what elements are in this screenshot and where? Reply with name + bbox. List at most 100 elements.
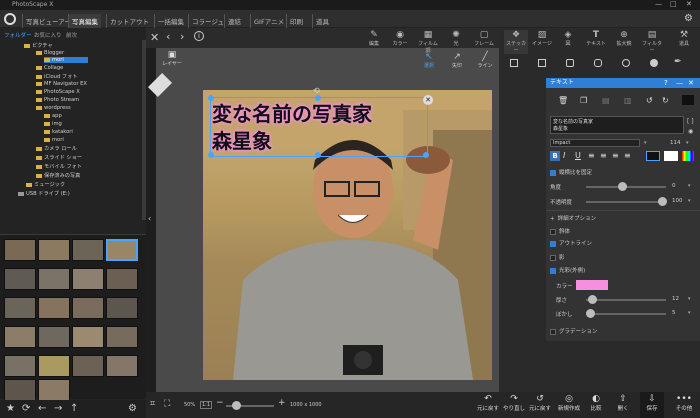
layer-button[interactable]: ▣ レイヤー — [160, 50, 184, 67]
align-center-icon[interactable]: ≡ — [600, 151, 607, 160]
details-toggle[interactable]: + 詳細オプション — [550, 214, 596, 222]
tree-item[interactable]: Collage — [36, 65, 63, 71]
tool-filter[interactable]: ▤ フィルター — [640, 30, 664, 54]
italic-button[interactable]: I — [563, 151, 565, 160]
align-left-icon[interactable]: ≡ — [588, 151, 595, 160]
rotate-handle-icon[interactable]: ⟲ — [313, 86, 320, 95]
opacity-slider[interactable] — [586, 201, 666, 203]
tool-misc[interactable]: ⚒ 道具 — [672, 30, 696, 47]
tree-item[interactable]: mori — [44, 137, 64, 143]
tool-shape[interactable]: ◈ 図 — [556, 30, 580, 47]
square-outline-icon[interactable] — [538, 59, 546, 67]
thumbnail[interactable] — [4, 268, 36, 290]
tab-collage[interactable]: コラージュ — [188, 14, 227, 28]
angle-value[interactable]: 0 — [672, 183, 676, 189]
delete-text-icon[interactable]: ✕ — [423, 95, 433, 105]
maximize-icon[interactable]: □ — [670, 0, 677, 8]
thumbnail[interactable] — [38, 355, 70, 377]
tree-item[interactable]: カメラ ロール — [36, 145, 77, 152]
justify-icon[interactable]: ≡ — [624, 151, 631, 160]
thumbnail[interactable] — [106, 355, 138, 377]
tab-favorites[interactable]: お気に入り — [34, 31, 62, 39]
line-tool[interactable]: ╱ ライン — [474, 52, 496, 69]
thumbnail[interactable] — [4, 297, 36, 319]
font-dropdown-icon[interactable]: ▾ — [644, 140, 647, 146]
rotate-right-icon[interactable]: ↻ — [662, 96, 669, 105]
angle-slider-knob[interactable] — [618, 182, 627, 191]
send-back-icon[interactable]: ▥ — [624, 96, 632, 105]
thumbnail[interactable] — [38, 326, 70, 348]
tab-gif[interactable]: GIFアニメ — [250, 14, 287, 28]
next-chevron-icon[interactable]: › — [180, 30, 184, 43]
resize-handle[interactable] — [315, 152, 321, 158]
copy-icon[interactable]: ❐ — [580, 96, 587, 105]
undo-button[interactable]: ↶ 元に戻す — [476, 394, 500, 412]
save-button[interactable]: ⇩ 保存 — [640, 392, 664, 418]
rounded-square-icon[interactable] — [566, 59, 574, 67]
rounded-rect-icon[interactable] — [594, 59, 602, 67]
crop-icon[interactable]: ⌗ — [150, 399, 155, 409]
opacity-slider-knob[interactable] — [658, 197, 667, 206]
zoom-out-icon[interactable]: − — [216, 398, 224, 408]
tree-item[interactable]: Blogger — [36, 50, 64, 56]
font-select[interactable]: Impact — [550, 139, 640, 147]
thumbnail[interactable] — [106, 297, 138, 319]
close-icon[interactable]: ✕ — [150, 31, 159, 44]
tool-edit[interactable]: ✎ 編集 — [362, 30, 386, 47]
font-size-value[interactable]: 114 — [670, 140, 681, 146]
thumbnail[interactable] — [38, 268, 70, 290]
thumbnail[interactable] — [38, 379, 70, 401]
tool-text[interactable]: T テキスト — [584, 30, 608, 47]
tab-tools[interactable]: 道具 — [312, 14, 332, 28]
tab-editor[interactable]: 写真編集 — [68, 14, 101, 28]
up-arrow-icon[interactable]: ↑ — [70, 403, 78, 414]
filled-circle-icon[interactable] — [650, 59, 658, 67]
shadow-option[interactable]: 影 — [550, 253, 565, 261]
back-arrow-icon[interactable]: ← — [38, 403, 46, 414]
tool-magnifier[interactable]: ⊕ 拡大鏡 — [612, 30, 636, 47]
opacity-value[interactable]: 100 — [672, 198, 683, 204]
thumbnail[interactable] — [72, 239, 104, 261]
tree-item[interactable]: wordpress — [36, 105, 71, 111]
zoom-slider-knob[interactable] — [232, 401, 241, 410]
eye-icon[interactable]: ◉ — [688, 128, 693, 135]
tree-item[interactable]: Photo Stream — [36, 97, 79, 103]
blur-slider-knob[interactable] — [586, 309, 595, 318]
revert-button[interactable]: ↺ 元に戻す — [528, 394, 552, 412]
trash-icon[interactable]: 🗑 — [558, 96, 568, 105]
align-right-icon[interactable]: ≡ — [612, 151, 619, 160]
help-icon[interactable]: ? — [664, 79, 668, 87]
tab-batch[interactable]: 一括編集 — [154, 14, 187, 28]
tree-item[interactable]: 保存済みの写真 — [36, 172, 80, 179]
thumbnail[interactable] — [72, 326, 104, 348]
zoom-value[interactable]: 50% — [184, 402, 195, 408]
collapse-chevron-icon[interactable]: ‹ — [148, 214, 151, 223]
opacity-dropdown-icon[interactable]: ▾ — [688, 198, 691, 204]
settings-gear-icon[interactable]: ⚙ — [684, 13, 693, 24]
square-shape-icon[interactable] — [510, 59, 518, 67]
thumbnail[interactable] — [4, 355, 36, 377]
color-picker-icon[interactable] — [682, 151, 694, 161]
expand-text-icon[interactable]: [ ] — [687, 118, 694, 125]
blur-slider[interactable] — [586, 313, 666, 315]
glow-option[interactable]: 光彩(外側) — [550, 266, 585, 274]
rotate-left-icon[interactable]: ↺ — [646, 96, 653, 105]
compare-button[interactable]: ◐ 比較 — [584, 394, 608, 412]
text-content-input[interactable]: 変な名前の写真家 森星象 — [550, 116, 684, 134]
forward-arrow-icon[interactable]: → — [54, 403, 62, 414]
text-color-black[interactable] — [646, 151, 660, 161]
pen-icon[interactable]: ✒ — [674, 57, 682, 67]
tree-item[interactable]: ミュージック — [26, 181, 65, 188]
close-panel-icon[interactable]: ✕ — [688, 79, 694, 87]
arrow-tool[interactable]: ↗ 矢印 — [446, 52, 468, 69]
thumbnail[interactable] — [38, 297, 70, 319]
circle-icon[interactable] — [622, 59, 630, 67]
resize-handle[interactable] — [315, 95, 321, 101]
thumbnail[interactable] — [72, 355, 104, 377]
tree-item[interactable]: app — [44, 113, 62, 119]
keep-ratio-checkbox[interactable]: 縦横比を固定 — [550, 168, 592, 176]
tool-frame[interactable]: ▢ フレーム — [472, 30, 496, 47]
tab-viewer[interactable]: 写真ビューアー — [22, 14, 74, 28]
tool-image[interactable]: ▨ イメージ — [530, 30, 554, 47]
resize-handle[interactable] — [423, 152, 429, 158]
